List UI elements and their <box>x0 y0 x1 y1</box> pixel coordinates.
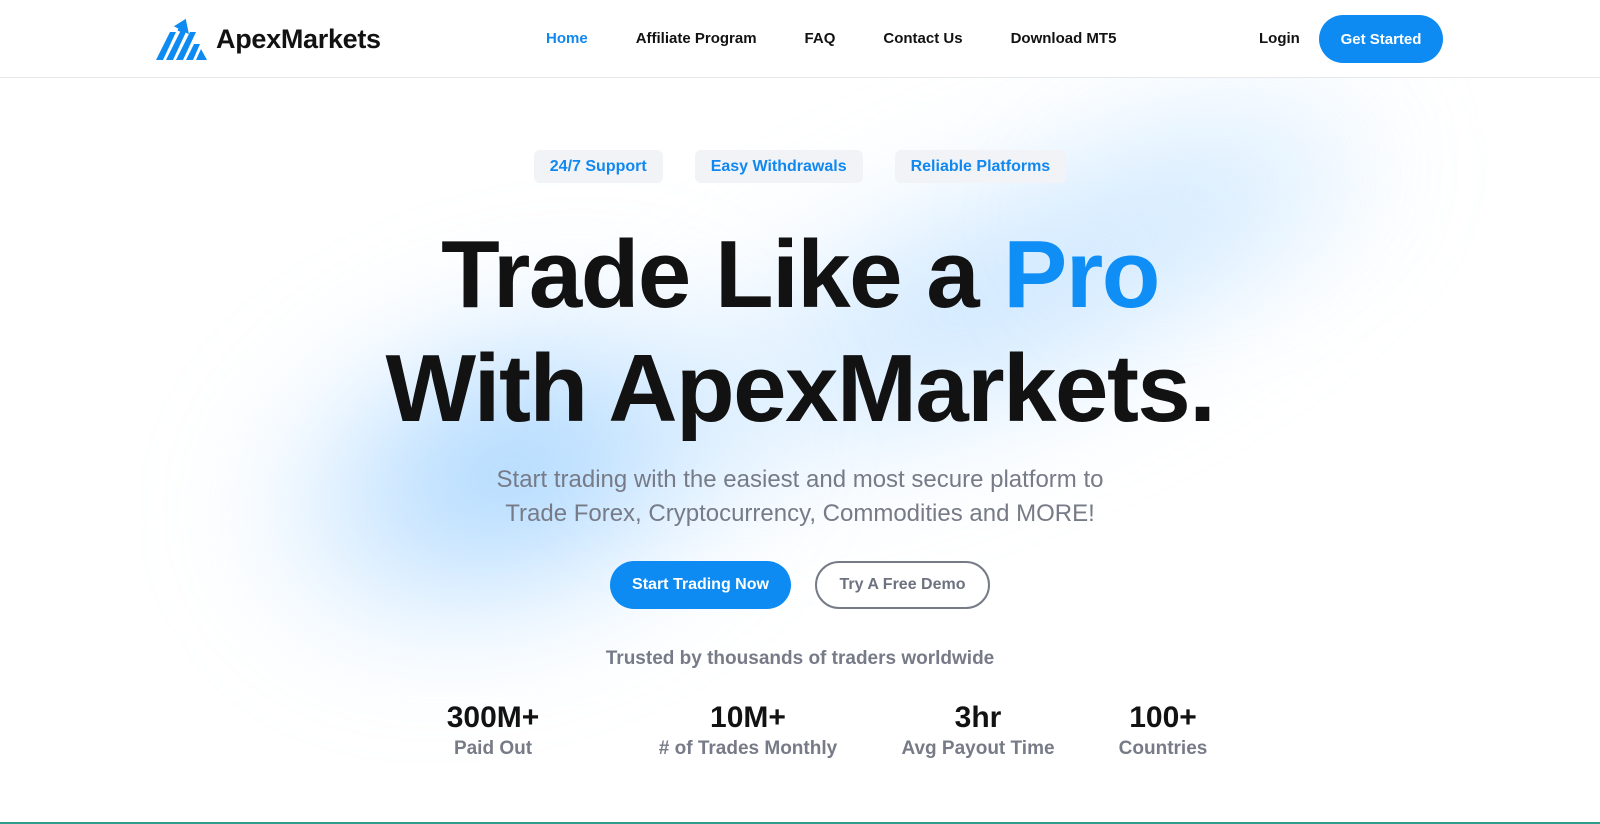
stat-label: # of Trades Monthly <box>658 738 838 759</box>
stat-payout-time: 3hr Avg Payout Time <box>888 700 1068 762</box>
stats-row: 300M+ Paid Out 10M+ # of Trades Monthly … <box>0 700 1600 770</box>
brand-logo-link[interactable]: ApexMarkets <box>156 18 381 60</box>
nav-link-download-mt5[interactable]: Download MT5 <box>1011 27 1117 51</box>
brand-name: ApexMarkets <box>216 23 381 54</box>
mountain-chart-logo-icon <box>156 18 207 60</box>
stat-value: 300M+ <box>446 701 540 734</box>
hero-subtext: Start trading with the easiest and most … <box>0 463 1600 531</box>
stat-trades-monthly: 10M+ # of Trades Monthly <box>628 700 868 762</box>
headline-accent: Pro <box>1003 221 1160 328</box>
hero-section: 24/7 Support Easy Withdrawals Reliable P… <box>0 78 1600 824</box>
stat-value: 10M+ <box>710 701 786 734</box>
top-navbar: ApexMarkets Home Affiliate Program FAQ C… <box>0 0 1600 78</box>
hero-headline: Trade Like a Pro With ApexMarkets. <box>0 218 1600 446</box>
headline-line1-prefix: Trade Like a <box>441 221 1004 328</box>
stat-paid-out: 300M+ Paid Out <box>413 700 573 762</box>
nav-link-home[interactable]: Home <box>546 27 588 51</box>
free-demo-button[interactable]: Try A Free Demo <box>815 561 990 609</box>
subtext-line2: Trade Forex, Cryptocurrency, Commodities… <box>505 500 1095 527</box>
headline-line2: With ApexMarkets. <box>385 335 1216 442</box>
start-trading-button[interactable]: Start Trading Now <box>610 561 791 609</box>
stat-countries: 100+ Countries <box>1098 700 1228 762</box>
chip-platforms: Reliable Platforms <box>894 150 1067 183</box>
nav-link-faq[interactable]: FAQ <box>805 27 836 51</box>
trusted-text: Trusted by thousands of traders worldwid… <box>605 648 995 669</box>
stat-label: Countries <box>1118 738 1208 759</box>
nav-link-contact-us[interactable]: Contact Us <box>883 27 962 51</box>
stat-label: Avg Payout Time <box>901 738 1055 759</box>
cta-row: Start Trading Now Try A Free Demo <box>0 561 1600 609</box>
chip-support: 24/7 Support <box>533 150 663 183</box>
login-link[interactable]: Login <box>1259 27 1300 51</box>
feature-chips: 24/7 Support Easy Withdrawals Reliable P… <box>0 150 1600 183</box>
nav-link-affiliate-program[interactable]: Affiliate Program <box>636 27 757 51</box>
stat-value: 100+ <box>1129 701 1197 734</box>
get-started-button[interactable]: Get Started <box>1319 15 1443 63</box>
chip-withdrawals: Easy Withdrawals <box>694 150 863 183</box>
primary-nav: Home Affiliate Program FAQ Contact Us Do… <box>546 27 1164 51</box>
subtext-line1: Start trading with the easiest and most … <box>496 466 1104 493</box>
stat-value: 3hr <box>954 701 1002 734</box>
stat-label: Paid Out <box>453 738 533 759</box>
